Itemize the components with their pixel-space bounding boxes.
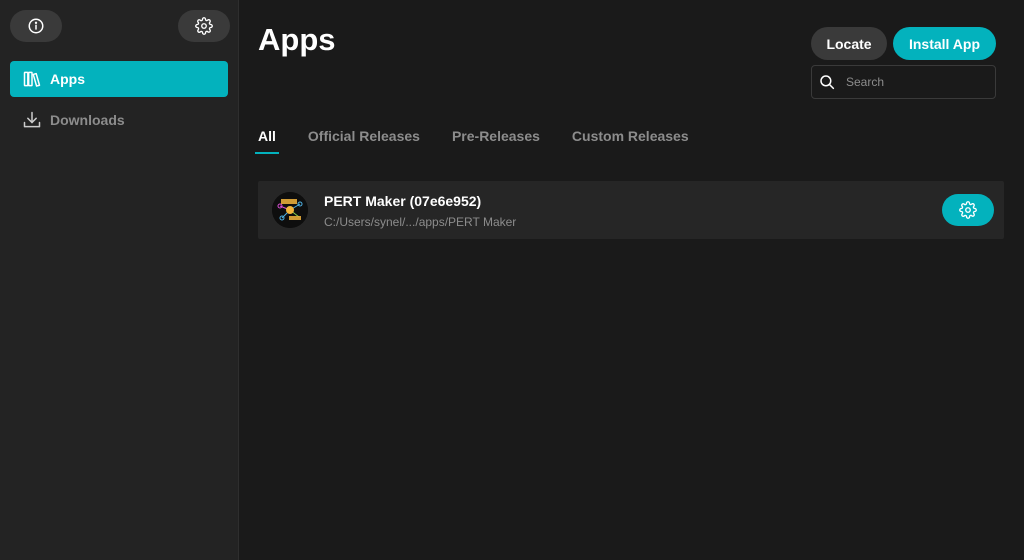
sidebar: Apps Downloads <box>0 0 239 560</box>
install-app-button[interactable]: Install App <box>893 27 996 60</box>
books-icon <box>22 69 42 89</box>
app-window: Apps Downloads Apps Locate Install App S… <box>0 0 1024 560</box>
app-path: C:/Users/synel/.../apps/PERT Maker <box>324 215 517 229</box>
settings-button[interactable] <box>178 10 230 42</box>
sidebar-item-apps[interactable]: Apps <box>10 61 228 97</box>
sidebar-item-downloads[interactable]: Downloads <box>10 102 228 138</box>
tab-pre-releases[interactable]: Pre-Releases <box>452 128 540 154</box>
info-icon <box>27 17 45 35</box>
sidebar-item-label: Downloads <box>50 112 125 128</box>
sidebar-item-label: Apps <box>50 71 85 87</box>
download-icon <box>22 110 42 130</box>
tab-custom-releases[interactable]: Custom Releases <box>572 128 689 154</box>
main-content: Apps Locate Install App All Official Rel… <box>239 0 1024 560</box>
page-title: Apps <box>258 22 336 57</box>
gear-icon <box>195 17 213 35</box>
app-settings-button[interactable] <box>942 194 994 226</box>
sidebar-nav: Apps Downloads <box>10 61 228 143</box>
locate-button[interactable]: Locate <box>811 27 887 60</box>
gear-icon <box>959 201 977 219</box>
tab-all[interactable]: All <box>255 128 279 154</box>
search-box <box>811 65 996 99</box>
pert-maker-logo <box>272 192 308 228</box>
search-input[interactable] <box>844 74 988 90</box>
release-tabs: All Official Releases Pre-Releases Custo… <box>255 128 721 154</box>
search-icon <box>818 73 836 91</box>
info-button[interactable] <box>10 10 62 42</box>
list-item[interactable]: PERT Maker (07e6e952) C:/Users/synel/...… <box>258 181 1004 239</box>
app-name: PERT Maker (07e6e952) <box>324 193 482 209</box>
tab-official-releases[interactable]: Official Releases <box>308 128 420 154</box>
